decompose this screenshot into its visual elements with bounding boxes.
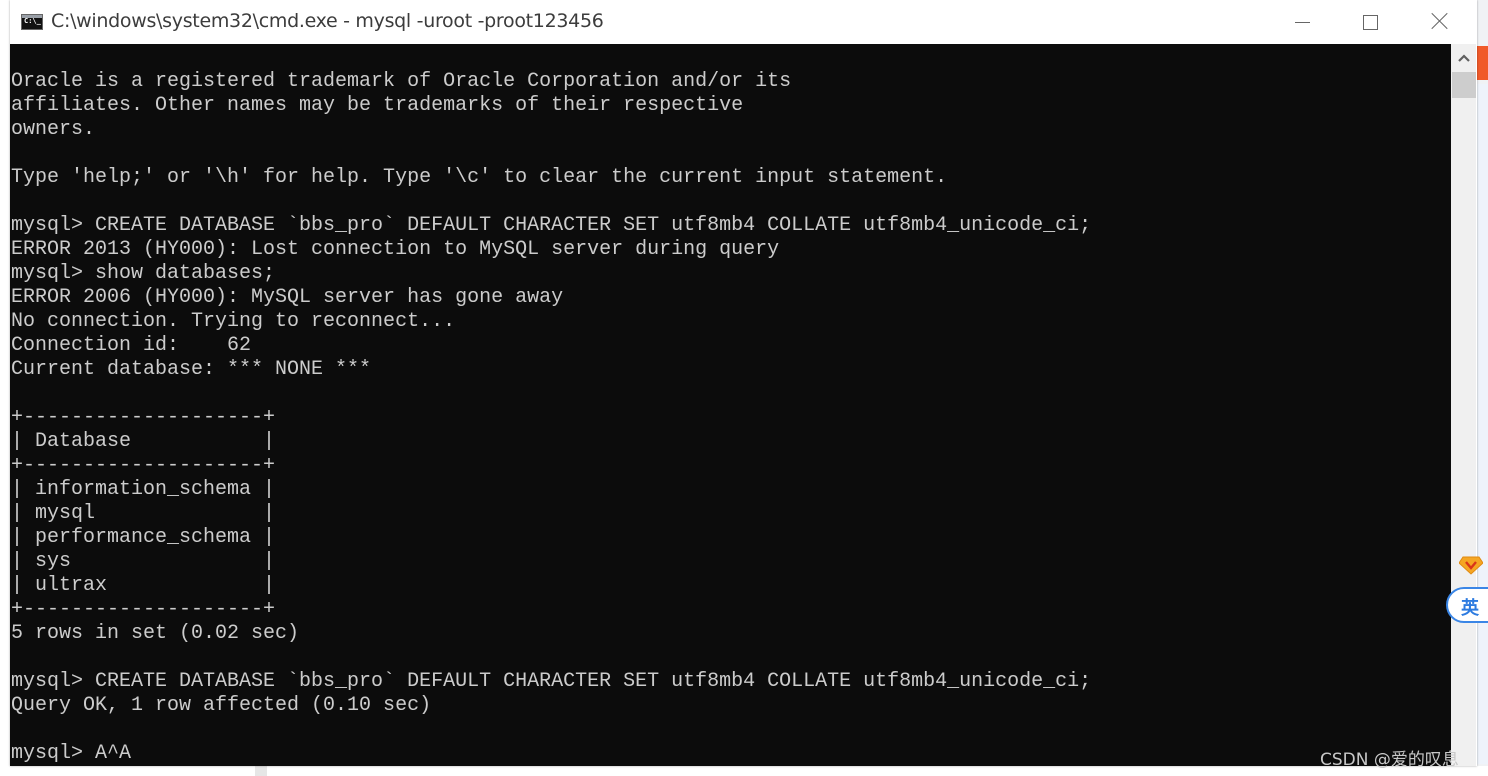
vertical-scrollbar[interactable] [1451, 44, 1476, 766]
window-title: C:\windows\system32\cmd.exe - mysql -uro… [51, 10, 604, 32]
console-line: Connection id: 62 [11, 334, 252, 357]
cmd-window: C:\_ C:\windows\system32\cmd.exe - mysql… [10, 0, 1477, 766]
console-line: | ultrax | [11, 574, 276, 597]
background-divider [255, 766, 267, 776]
console-line: ERROR 2006 (HY000): MySQL server has gon… [11, 286, 564, 309]
scroll-thumb[interactable] [1452, 72, 1476, 98]
chevron-up-icon [1457, 54, 1470, 62]
ime-language-label: 英 [1461, 598, 1479, 619]
console-line: mysql> CREATE DATABASE `bbs_pro` DEFAULT… [11, 670, 1092, 693]
sogou-gem-icon[interactable] [1458, 555, 1484, 575]
title-bar[interactable]: C:\_ C:\windows\system32\cmd.exe - mysql… [10, 0, 1477, 44]
console-text: Oracle is a registered trademark of Orac… [11, 70, 1091, 766]
console-line: +--------------------+ [11, 454, 276, 477]
console-line: | mysql | [11, 502, 276, 525]
console-line: Type 'help;' or '\h' for help. Type '\c'… [11, 166, 948, 189]
console-line: affiliates. Other names may be trademark… [11, 94, 744, 117]
close-icon [1431, 12, 1449, 30]
console-output[interactable]: Oracle is a registered trademark of Orac… [10, 44, 1451, 766]
background-page-right [1477, 0, 1488, 776]
background-page-bottom [0, 766, 1488, 776]
console-line: Oracle is a registered trademark of Orac… [11, 70, 792, 93]
csdn-watermark: CSDN @爱的叹息 [1320, 750, 1459, 770]
minimize-icon [1295, 22, 1310, 23]
background-orange-block [1477, 46, 1488, 80]
console-line: mysql> A^A [11, 742, 132, 765]
minimize-button[interactable] [1270, 0, 1340, 44]
maximize-icon [1363, 15, 1378, 30]
console-line: mysql> CREATE DATABASE `bbs_pro` DEFAULT… [11, 214, 1092, 237]
console-line: mysql> show databases; [11, 262, 276, 285]
console-line: +--------------------+ [11, 406, 276, 429]
console-line: No connection. Trying to reconnect... [11, 310, 456, 333]
cmd-icon[interactable]: C:\_ [21, 14, 43, 30]
console-line: ERROR 2013 (HY000): Lost connection to M… [11, 238, 780, 261]
console-line: Current database: *** NONE *** [11, 358, 372, 381]
scroll-up-button[interactable] [1451, 44, 1476, 72]
console-line: 5 rows in set (0.02 sec) [11, 622, 300, 645]
background-blue-panel [1477, 84, 1488, 764]
console-line: | Database | [11, 430, 276, 453]
console-line: | information_schema | [11, 478, 276, 501]
console-line: +--------------------+ [11, 598, 276, 621]
maximize-button[interactable] [1337, 0, 1407, 44]
close-button[interactable] [1407, 0, 1477, 44]
console-line: | sys | [11, 550, 276, 573]
console-line: Query OK, 1 row affected (0.10 sec) [11, 694, 432, 717]
console-line: owners. [11, 118, 96, 141]
ime-language-indicator[interactable]: 英 [1446, 587, 1488, 623]
console-line: | performance_schema | [11, 526, 276, 549]
